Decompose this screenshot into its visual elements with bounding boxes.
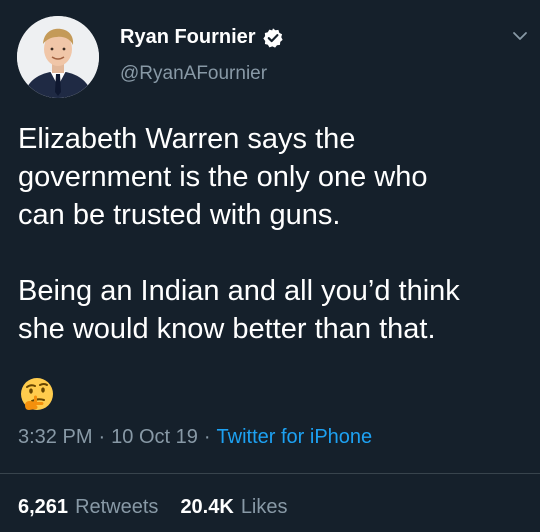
tweet-source-link[interactable]: Twitter for iPhone [217, 426, 373, 449]
tweet-meta: 3:32 PM · 10 Oct 19 · Twitter for iPhone [18, 426, 372, 449]
display-name[interactable]: Ryan Fournier [120, 26, 256, 49]
divider [0, 473, 540, 474]
user-handle[interactable]: @RyanAFournier [120, 63, 267, 85]
meta-separator: · [98, 426, 106, 448]
tweet-text: Elizabeth Warren says the government is … [18, 123, 460, 345]
likes-count[interactable]: 20.4K [180, 496, 233, 519]
tweet-time[interactable]: 3:32 PM [18, 426, 92, 449]
likes-label[interactable]: Likes [241, 496, 288, 519]
meta-separator: · [203, 426, 211, 448]
name-row: Ryan Fournier [120, 26, 284, 49]
retweets-label[interactable]: Retweets [75, 496, 158, 519]
tweet-date[interactable]: 10 Oct 19 [111, 426, 198, 449]
retweets-count[interactable]: 6,261 [18, 496, 68, 519]
profile-photo-icon [17, 16, 99, 98]
tweet-card: Ryan Fournier @RyanAFournier Elizabeth W… [0, 0, 540, 532]
avatar[interactable] [17, 16, 99, 98]
thinking-face-icon [17, 375, 57, 415]
tweet-stats: 6,261 Retweets 20.4K Likes [18, 496, 288, 519]
verified-badge-icon [262, 27, 284, 49]
chevron-down-icon[interactable] [510, 26, 530, 46]
